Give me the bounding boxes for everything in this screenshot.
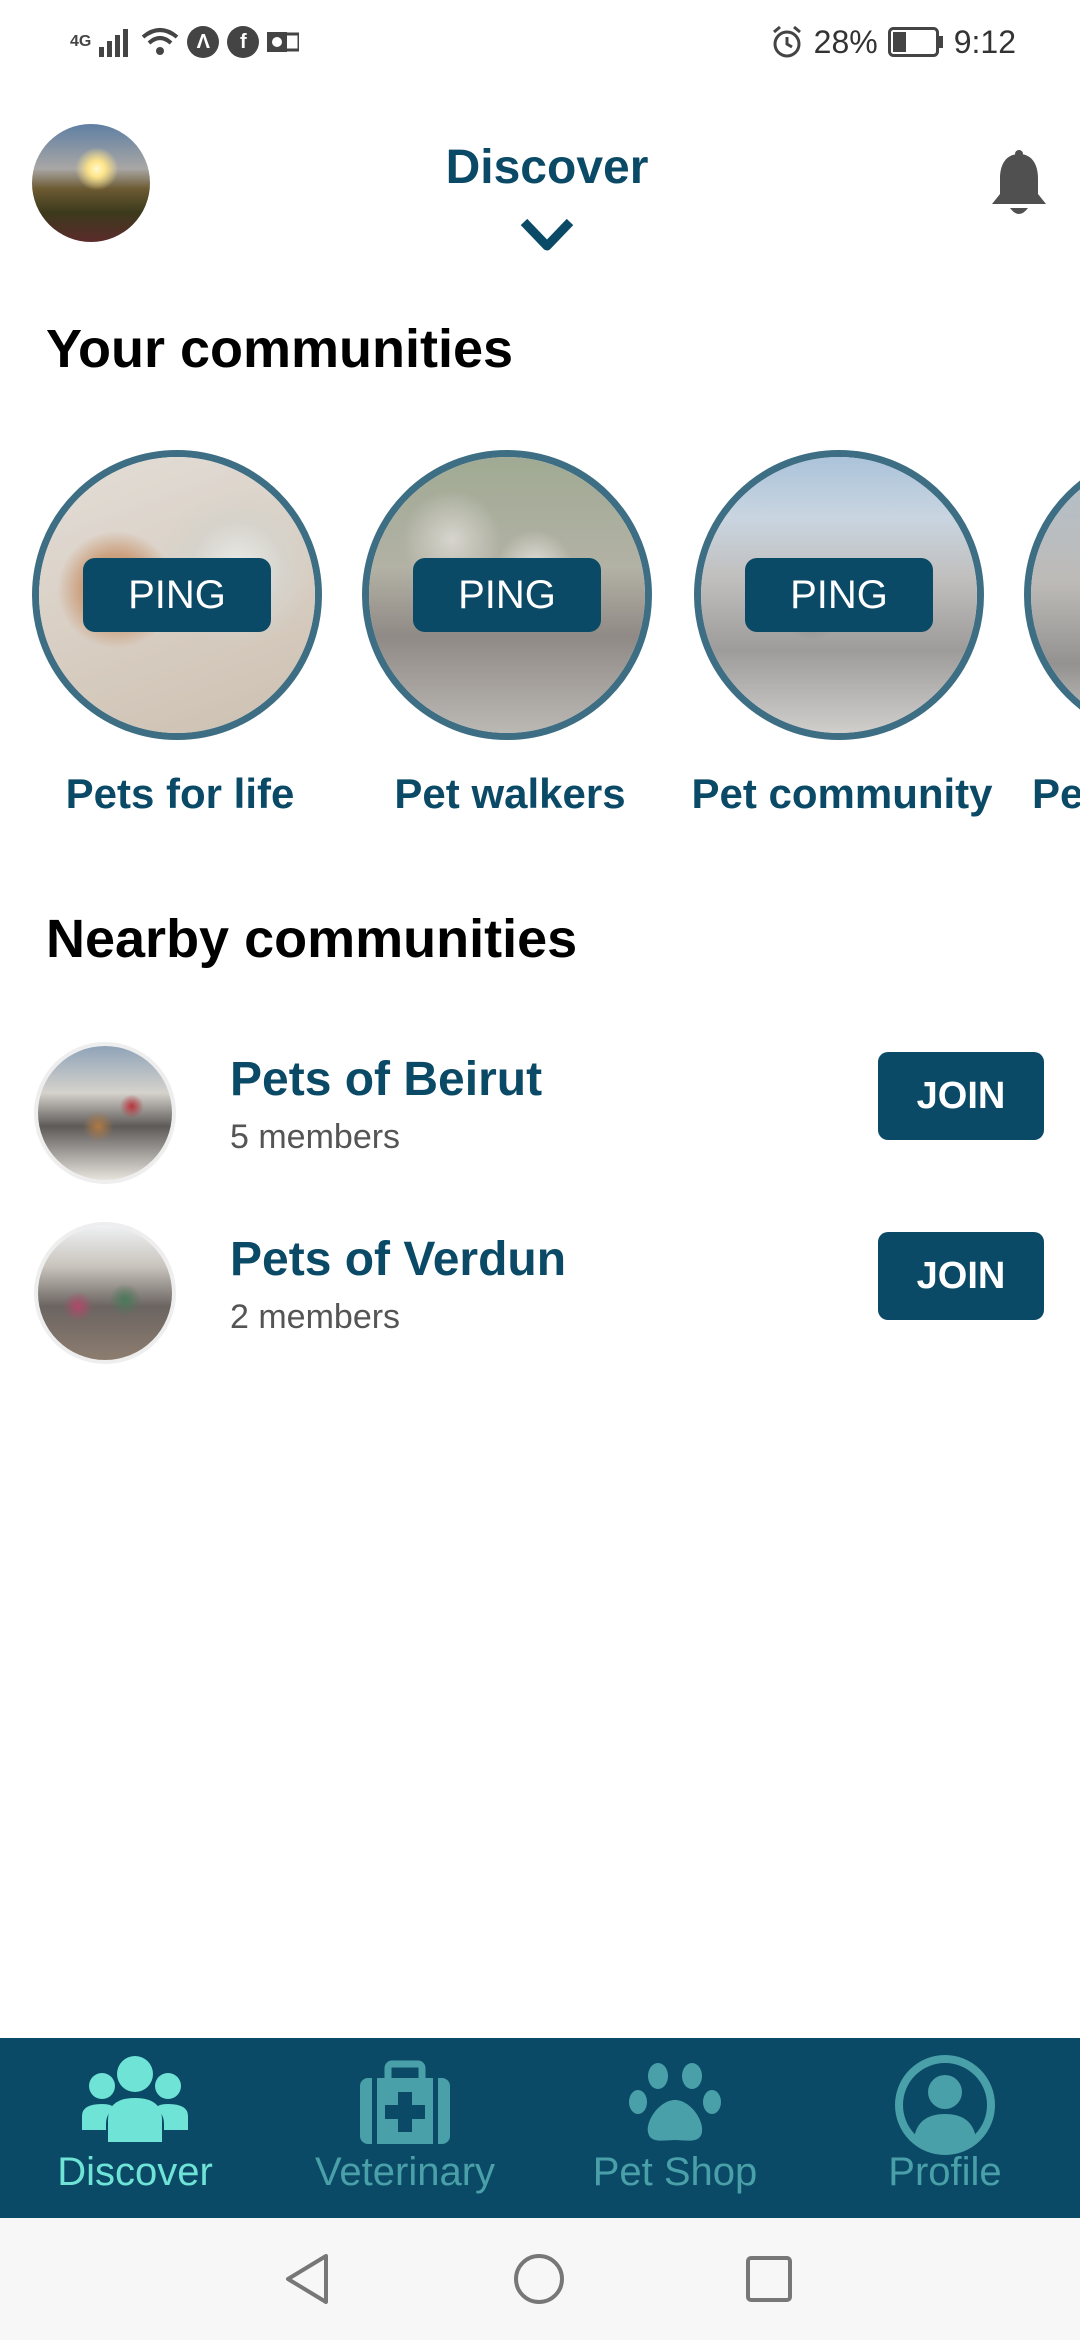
community-avatar[interactable]: [34, 1222, 176, 1364]
member-count: 5 members: [230, 1118, 401, 1156]
community-photo: [38, 1046, 172, 1180]
app-notification-icon: Λ: [187, 26, 220, 58]
community-name[interactable]: Pe: [1032, 770, 1080, 818]
battery-icon: [887, 27, 943, 57]
recents-icon[interactable]: [744, 2254, 794, 2304]
battery-percent: 28%: [813, 23, 878, 60]
community-card[interactable]: PING: [362, 450, 652, 740]
join-button[interactable]: JOIN: [878, 1052, 1044, 1140]
list-item[interactable]: Pets of Verdun 2 members JOIN: [0, 1210, 1080, 1370]
community-name[interactable]: Pets of Beirut: [230, 1052, 542, 1107]
nav-label: Discover: [57, 2150, 213, 2194]
community-photo: [38, 1226, 172, 1360]
wifi-icon: [142, 28, 179, 55]
network-type: 4G: [70, 33, 92, 50]
your-communities-title: Your communities: [46, 319, 514, 379]
user-circle-icon: [895, 2055, 995, 2155]
list-item[interactable]: Pets of Beirut 5 members JOIN: [0, 1030, 1080, 1190]
community-name[interactable]: Pet walkers: [362, 770, 658, 818]
page-title[interactable]: Discover: [0, 140, 1080, 195]
join-button[interactable]: JOIN: [878, 1232, 1044, 1320]
community-image[interactable]: PING: [694, 450, 984, 740]
member-count: 2 members: [230, 1298, 401, 1336]
clock: 9:12: [953, 23, 1016, 60]
nav-item-profile[interactable]: Profile: [810, 2038, 1080, 2218]
nearby-communities-title: Nearby communities: [46, 909, 578, 969]
nav-item-pet-shop[interactable]: Pet Shop: [540, 2038, 810, 2218]
bell-icon[interactable]: [988, 150, 1050, 220]
nav-item-veterinary[interactable]: Veterinary: [270, 2038, 540, 2218]
nav-label: Pet Shop: [592, 2150, 758, 2194]
community-image[interactable]: [1024, 450, 1080, 740]
ping-button[interactable]: PING: [413, 558, 601, 632]
community-card[interactable]: [1024, 450, 1080, 750]
community-name[interactable]: Pets of Verdun: [230, 1232, 566, 1287]
system-nav-bar: [0, 2218, 1080, 2340]
medical-kit-icon: [360, 2060, 450, 2144]
community-name[interactable]: Pets for life: [32, 770, 328, 818]
chevron-down-icon[interactable]: [520, 218, 574, 252]
status-left: 4G Λ f: [70, 22, 300, 62]
back-icon[interactable]: [282, 2252, 332, 2306]
alarm-icon: [772, 25, 801, 58]
nav-label: Profile: [888, 2150, 1002, 2194]
bottom-nav: Discover Veterinary Pet Shop Profile: [0, 2038, 1080, 2218]
community-card[interactable]: PING: [32, 450, 322, 740]
home-icon[interactable]: [512, 2252, 566, 2306]
community-image[interactable]: PING: [362, 450, 652, 740]
ping-button[interactable]: PING: [745, 558, 933, 632]
signal-icon: [99, 29, 129, 57]
community-name[interactable]: Pet community: [674, 770, 1010, 818]
users-icon: [82, 2056, 188, 2142]
status-right: 28% 9:12: [770, 20, 1016, 64]
paw-icon: [629, 2063, 721, 2141]
ping-button[interactable]: PING: [83, 558, 271, 632]
facebook-icon: f: [227, 26, 260, 58]
community-card[interactable]: PING: [694, 450, 984, 740]
community-image[interactable]: PING: [32, 450, 322, 740]
community-avatar[interactable]: [34, 1042, 176, 1184]
outlook-icon: [267, 32, 300, 52]
status-bar: 4G Λ f 28% 9:12: [0, 0, 1080, 90]
image-tint: [1031, 457, 1080, 733]
nav-label: Veterinary: [314, 2150, 496, 2194]
nav-item-discover[interactable]: Discover: [0, 2038, 270, 2218]
